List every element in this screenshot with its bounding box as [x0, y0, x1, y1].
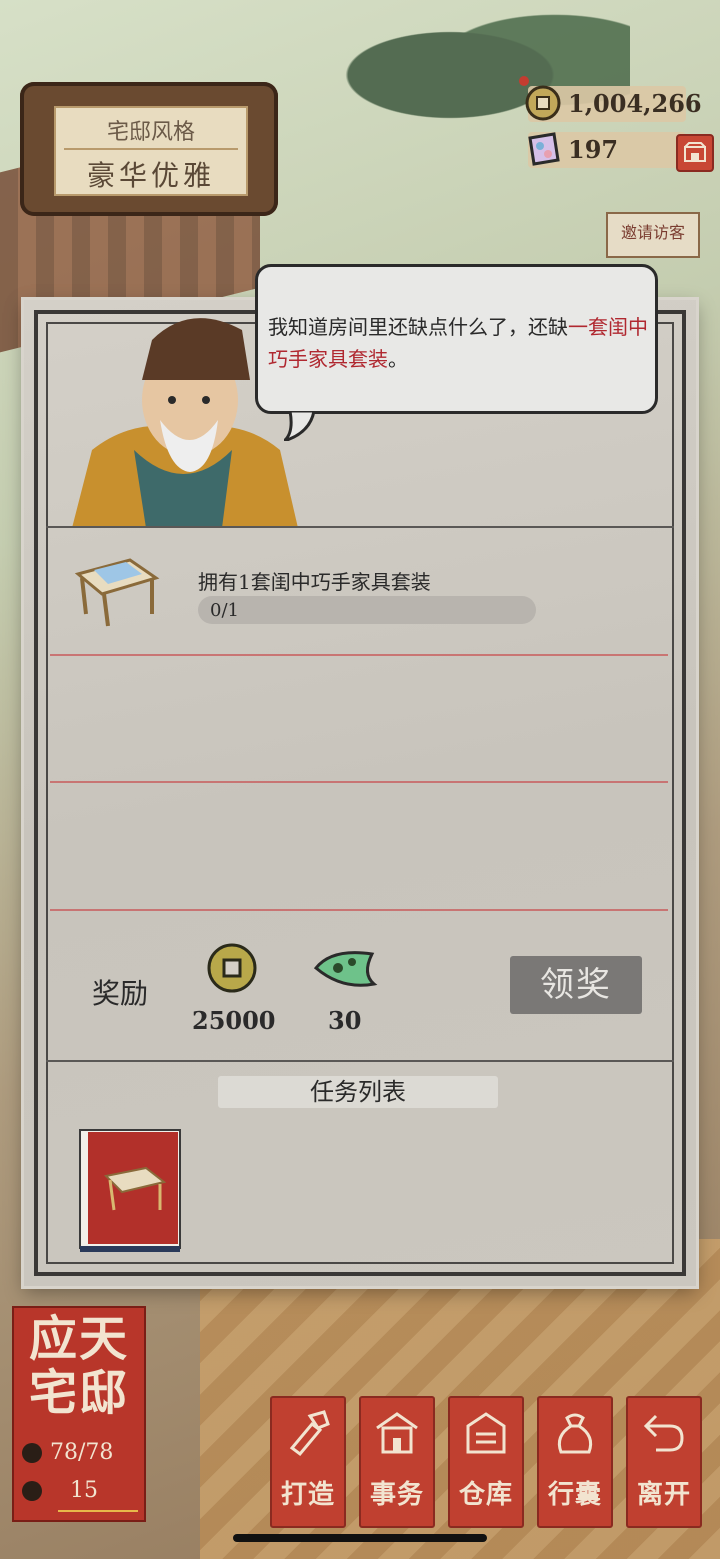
- warehouse-icon: [466, 1412, 506, 1454]
- mansion-style-badge: 宅邸风格 豪华优雅: [20, 82, 278, 216]
- task-progress-bar: [198, 596, 536, 624]
- reward-label: 奖励: [92, 977, 149, 1010]
- warehouse-button[interactable]: 仓库: [448, 1396, 524, 1528]
- warehouse-label: 仓库: [458, 1480, 513, 1510]
- count-underline: [58, 1510, 138, 1512]
- gem-amount: 197: [568, 135, 619, 164]
- ruled-line: [50, 654, 668, 656]
- coin-counter[interactable]: 1,004,266: [525, 85, 702, 122]
- craft-button[interactable]: 打造: [270, 1396, 346, 1528]
- bag-icon: [557, 1413, 593, 1454]
- bubble-tail: [284, 411, 316, 441]
- copper-coin-icon: [207, 943, 257, 993]
- leave-button[interactable]: 离开: [626, 1396, 702, 1528]
- hammer-icon: [289, 1410, 330, 1457]
- mansion-name-line1: 应天: [28, 1311, 129, 1367]
- invite-guests-sign[interactable]: 邀请访客: [606, 212, 700, 258]
- home-indicator[interactable]: [233, 1534, 487, 1542]
- ruled-line: [50, 781, 668, 783]
- section-divider: [46, 526, 674, 528]
- dialog-text-plain: 我知道房间里还缺点什么了，还缺: [268, 315, 568, 339]
- population-stat: 78/78: [22, 1440, 113, 1465]
- affairs-label: 事务: [369, 1480, 424, 1510]
- affairs-button[interactable]: 事务: [359, 1396, 435, 1528]
- loom-furniture-icon: [74, 558, 160, 627]
- dialog-bubble: 我知道房间里还缺点什么了，还缺一套闺中巧手家具套装。: [255, 264, 658, 441]
- reward-coin-amount: 25000: [192, 1006, 276, 1035]
- section-divider: [46, 1060, 674, 1062]
- return-icon: [643, 1414, 684, 1452]
- dialog-text: 我知道房间里还缺点什么了，还缺一套闺中巧手家具套装。: [268, 311, 648, 375]
- shop-icon: [684, 142, 706, 162]
- population-value: 78/78: [50, 1440, 114, 1465]
- mansion-name-line2: 宅邸: [28, 1365, 129, 1421]
- task-list-header: 任务列表: [218, 1076, 498, 1108]
- building-icon: [376, 1412, 418, 1454]
- craft-label: 打造: [280, 1480, 335, 1510]
- count-stat: 15: [22, 1478, 98, 1503]
- background-tree: [330, 0, 630, 150]
- task-book-item[interactable]: [76, 1126, 182, 1254]
- jade-token-icon: [313, 951, 378, 987]
- task-progress-text: 0/1: [210, 600, 239, 621]
- person-icon: [22, 1443, 42, 1463]
- bag-button[interactable]: 行囊: [537, 1396, 613, 1528]
- leave-label: 离开: [636, 1480, 691, 1510]
- reward-jade-amount: 30: [328, 1006, 362, 1035]
- claim-reward-button[interactable]: 领奖: [510, 956, 642, 1014]
- task-list-title: 任务列表: [310, 1078, 406, 1106]
- shop-button[interactable]: [676, 134, 714, 172]
- coin-amount: 1,004,266: [568, 89, 702, 118]
- mansion-name: 应天 宅邸: [14, 1312, 144, 1420]
- gem-counter[interactable]: 197: [528, 132, 686, 168]
- servant-icon: [22, 1481, 42, 1501]
- task-title: 拥有1套闺中巧手家具套装: [198, 570, 431, 594]
- mansion-style-plaque: 宅邸风格 豪华优雅: [54, 106, 248, 196]
- plaque-divider: [64, 148, 238, 150]
- count-value: 15: [70, 1478, 98, 1503]
- dialog-text-end: 。: [388, 347, 408, 371]
- jade-gem-icon: [528, 132, 560, 166]
- ruled-line: [50, 909, 668, 911]
- bag-label: 行囊: [547, 1480, 602, 1510]
- mansion-style-value: 豪华优雅: [86, 159, 215, 192]
- copper-coin-icon: [525, 85, 561, 121]
- mansion-style-label: 宅邸风格: [106, 120, 195, 145]
